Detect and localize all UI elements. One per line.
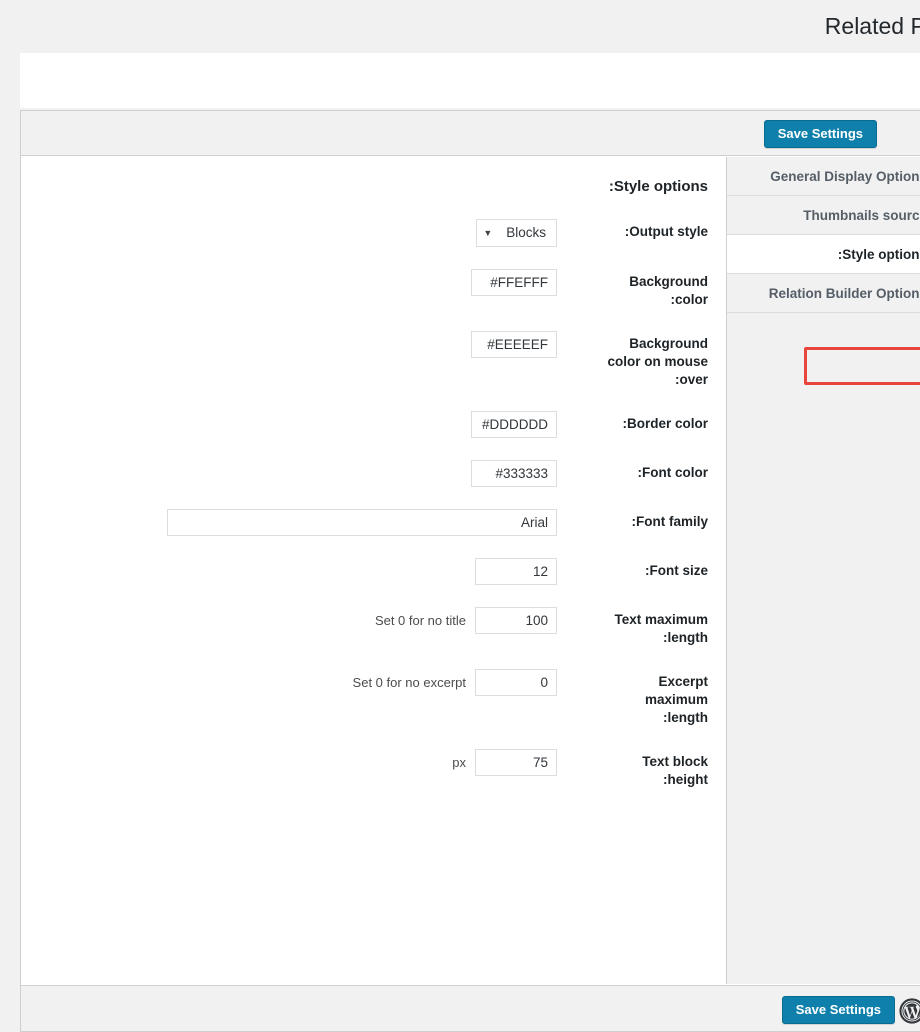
style-options-form: :Style options :Output style Blocks ▼ Ba…: [21, 157, 726, 984]
field-row-font-family: :Font family: [21, 509, 726, 536]
field-font-size: [475, 558, 557, 585]
field-row-excerpt-maximum-length: Excerpt maximum :length Set 0 for no exc…: [21, 669, 726, 727]
text-block-height-unit: px: [452, 755, 466, 770]
label-font-color: :Font color: [637, 465, 709, 480]
excerpt-maximum-length-hint: Set 0 for no excerpt: [352, 675, 466, 690]
field-excerpt-maximum-length: Set 0 for no excerpt: [353, 669, 557, 696]
field-row-font-size: :Font size: [21, 558, 726, 585]
label-excerpt-maximum-length: Excerpt maximum :length: [644, 674, 708, 725]
section-title: :Style options: [608, 178, 708, 195]
font-size-input[interactable]: [475, 558, 557, 585]
field-row-output-style: :Output style Blocks ▼: [21, 219, 726, 247]
sidebar-item-general-display-options[interactable]: General Display Options: [727, 157, 920, 196]
text-maximum-length-input[interactable]: [475, 607, 557, 634]
field-output-style: Blocks ▼: [476, 219, 557, 247]
panel-toolbar-top: Save Settings: [21, 111, 920, 156]
field-background-color: [471, 269, 557, 296]
field-row-background-color-hover: Background color on mouse :over: [21, 331, 726, 389]
field-font-family: [167, 509, 557, 536]
label-background-color: Background :color: [629, 274, 708, 307]
chevron-down-icon: ▼: [483, 228, 493, 238]
page-title-text: Related Posts: [824, 13, 920, 39]
panel-toolbar-bottom: Save Settings: [21, 985, 920, 1031]
label-font-family: :Font family: [631, 514, 709, 529]
field-row-font-color: :Font color: [21, 460, 726, 487]
field-font-color: [471, 460, 557, 487]
page-title: Related Posts: [0, 0, 920, 53]
settings-panel: Save Settings General Display Options Th…: [20, 110, 920, 1032]
label-background-color-hover: Background color on mouse :over: [607, 336, 708, 387]
background-color-hover-input[interactable]: [471, 331, 557, 358]
sidebar-item-style-options[interactable]: :Style options: [727, 235, 920, 274]
font-color-input[interactable]: [471, 460, 557, 487]
background-color-input[interactable]: [471, 269, 557, 296]
text-block-height-input[interactable]: [475, 749, 557, 776]
sidebar-item-thumbnails-source[interactable]: Thumbnails source: [727, 196, 920, 235]
notice-strip: [20, 53, 920, 108]
label-text-maximum-length: Text maximum :length: [614, 612, 708, 645]
label-text-block-height: Text block :height: [642, 754, 708, 787]
label-output-style: :Output style: [624, 224, 708, 239]
border-color-input[interactable]: [471, 411, 557, 438]
field-row-border-color: :Border color: [21, 411, 726, 438]
text-maximum-length-hint: Set 0 for no title: [374, 613, 466, 628]
field-text-maximum-length: Set 0 for no title: [375, 607, 557, 634]
field-border-color: [471, 411, 557, 438]
panel-body: General Display Options Thumbnails sourc…: [21, 157, 920, 984]
save-settings-button-bottom[interactable]: Save Settings: [781, 996, 895, 1024]
label-border-color: :Border color: [622, 416, 708, 431]
excerpt-maximum-length-input[interactable]: [475, 669, 557, 696]
field-row-text-block-height: Text block :height px: [21, 749, 726, 789]
field-background-color-hover: [471, 331, 557, 358]
label-font-size: :Font size: [645, 563, 708, 578]
tab-list: General Display Options Thumbnails sourc…: [726, 157, 920, 984]
save-settings-button-top[interactable]: Save Settings: [763, 120, 877, 148]
field-row-text-maximum-length: Text maximum :length Set 0 for no title: [21, 607, 726, 647]
wordpress-logo-icon: [899, 998, 920, 1024]
font-family-input[interactable]: [167, 509, 557, 536]
field-row-background-color: Background :color: [21, 269, 726, 309]
field-text-block-height: px: [452, 749, 557, 776]
sidebar-item-relation-builder-options[interactable]: Relation Builder Options: [727, 274, 920, 313]
output-style-select[interactable]: Blocks ▼: [476, 219, 557, 247]
output-style-value: Blocks: [506, 225, 546, 240]
